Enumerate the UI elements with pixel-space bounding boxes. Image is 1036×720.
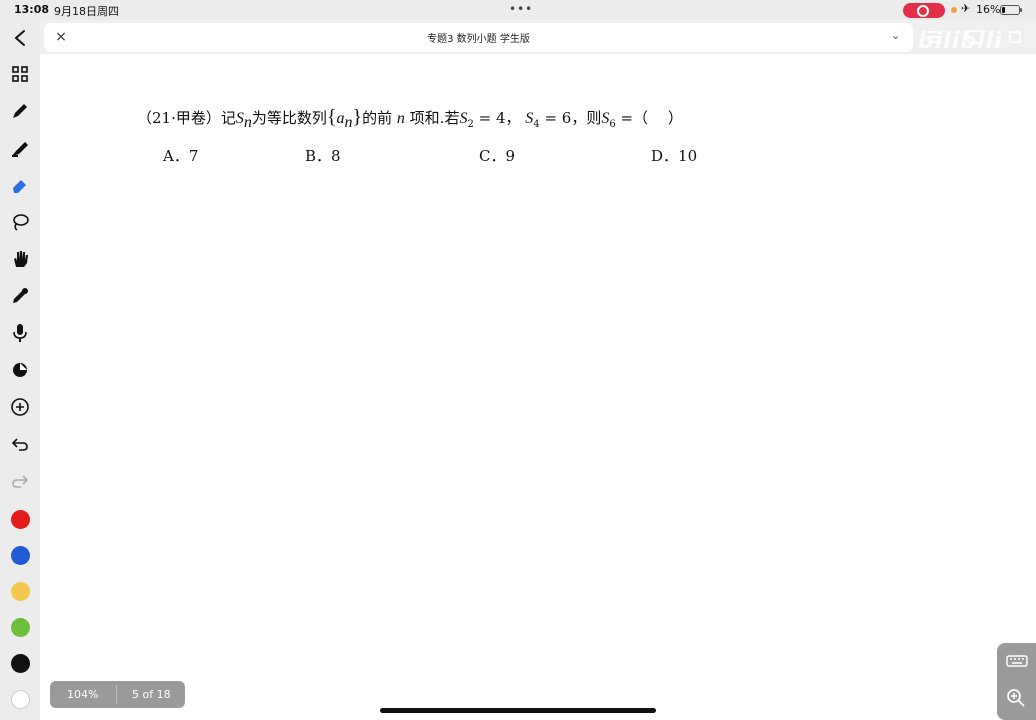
page-count: 5 of 18 <box>132 688 171 701</box>
screen-record-icon[interactable] <box>903 3 945 18</box>
page-indicator[interactable]: 104% 5 of 18 <box>50 681 185 708</box>
status-bar: 13:08 9月18日周四 ••• ✈ 16% <box>0 0 1036 20</box>
back-icon[interactable] <box>8 26 32 50</box>
battery-percent: 16% <box>976 3 1001 16</box>
hand-icon[interactable] <box>8 247 32 271</box>
home-indicator[interactable] <box>380 708 656 713</box>
color-red[interactable] <box>11 510 30 529</box>
airplane-mode-icon: ✈ <box>961 2 971 15</box>
undo-icon[interactable] <box>8 432 32 456</box>
option-d: D．10 <box>651 147 698 165</box>
document-title: 专题3 数列小题 学生版 <box>427 34 530 45</box>
microphone-icon[interactable] <box>8 321 32 345</box>
more-icon[interactable] <box>1006 28 1024 46</box>
divider <box>116 685 117 704</box>
status-time: 13:08 <box>14 3 50 16</box>
thumbnails-icon[interactable] <box>8 62 32 86</box>
bilibili-watermark: bilibili <box>918 29 1003 54</box>
eraser-icon[interactable] <box>8 173 32 197</box>
color-black[interactable] <box>11 654 30 673</box>
color-yellow[interactable] <box>11 582 30 601</box>
highlighter-icon[interactable] <box>8 136 32 160</box>
color-green[interactable] <box>11 618 30 637</box>
zoom-level: 104% <box>67 688 99 701</box>
left-toolbar <box>0 20 40 720</box>
lasso-icon[interactable] <box>8 210 32 234</box>
mic-indicator-icon <box>951 7 957 13</box>
color-blue[interactable] <box>11 546 30 565</box>
option-b: B．8 <box>305 147 341 165</box>
document-page: （21·甲卷）记Sn为等比数列{an}的前 n 项和.若S2 = 4， S4 =… <box>40 54 1036 720</box>
eyedropper-icon[interactable] <box>8 284 32 308</box>
question-source: （21·甲卷）记 <box>137 109 236 127</box>
sticker-icon[interactable] <box>8 358 32 382</box>
battery-icon <box>1000 5 1022 15</box>
keyboard-icon[interactable] <box>1005 651 1029 675</box>
zoom-icon[interactable] <box>1005 687 1029 711</box>
right-dock <box>997 643 1036 720</box>
option-a: A．7 <box>163 147 199 165</box>
option-c: C．9 <box>479 147 516 165</box>
redo-icon[interactable] <box>8 469 32 493</box>
add-icon[interactable] <box>8 395 32 419</box>
pen-icon[interactable] <box>8 99 32 123</box>
question-text: （21·甲卷）记Sn为等比数列{an}的前 n 项和.若S2 = 4， S4 =… <box>137 106 683 131</box>
chevron-down-icon[interactable]: ⌄ <box>891 29 900 42</box>
status-date: 9月18日周四 <box>54 5 119 18</box>
multitasking-dots[interactable]: ••• <box>509 2 533 16</box>
color-white[interactable] <box>11 690 30 709</box>
title-bar: × 专题3 数列小题 学生版 ⌄ <box>44 23 913 52</box>
